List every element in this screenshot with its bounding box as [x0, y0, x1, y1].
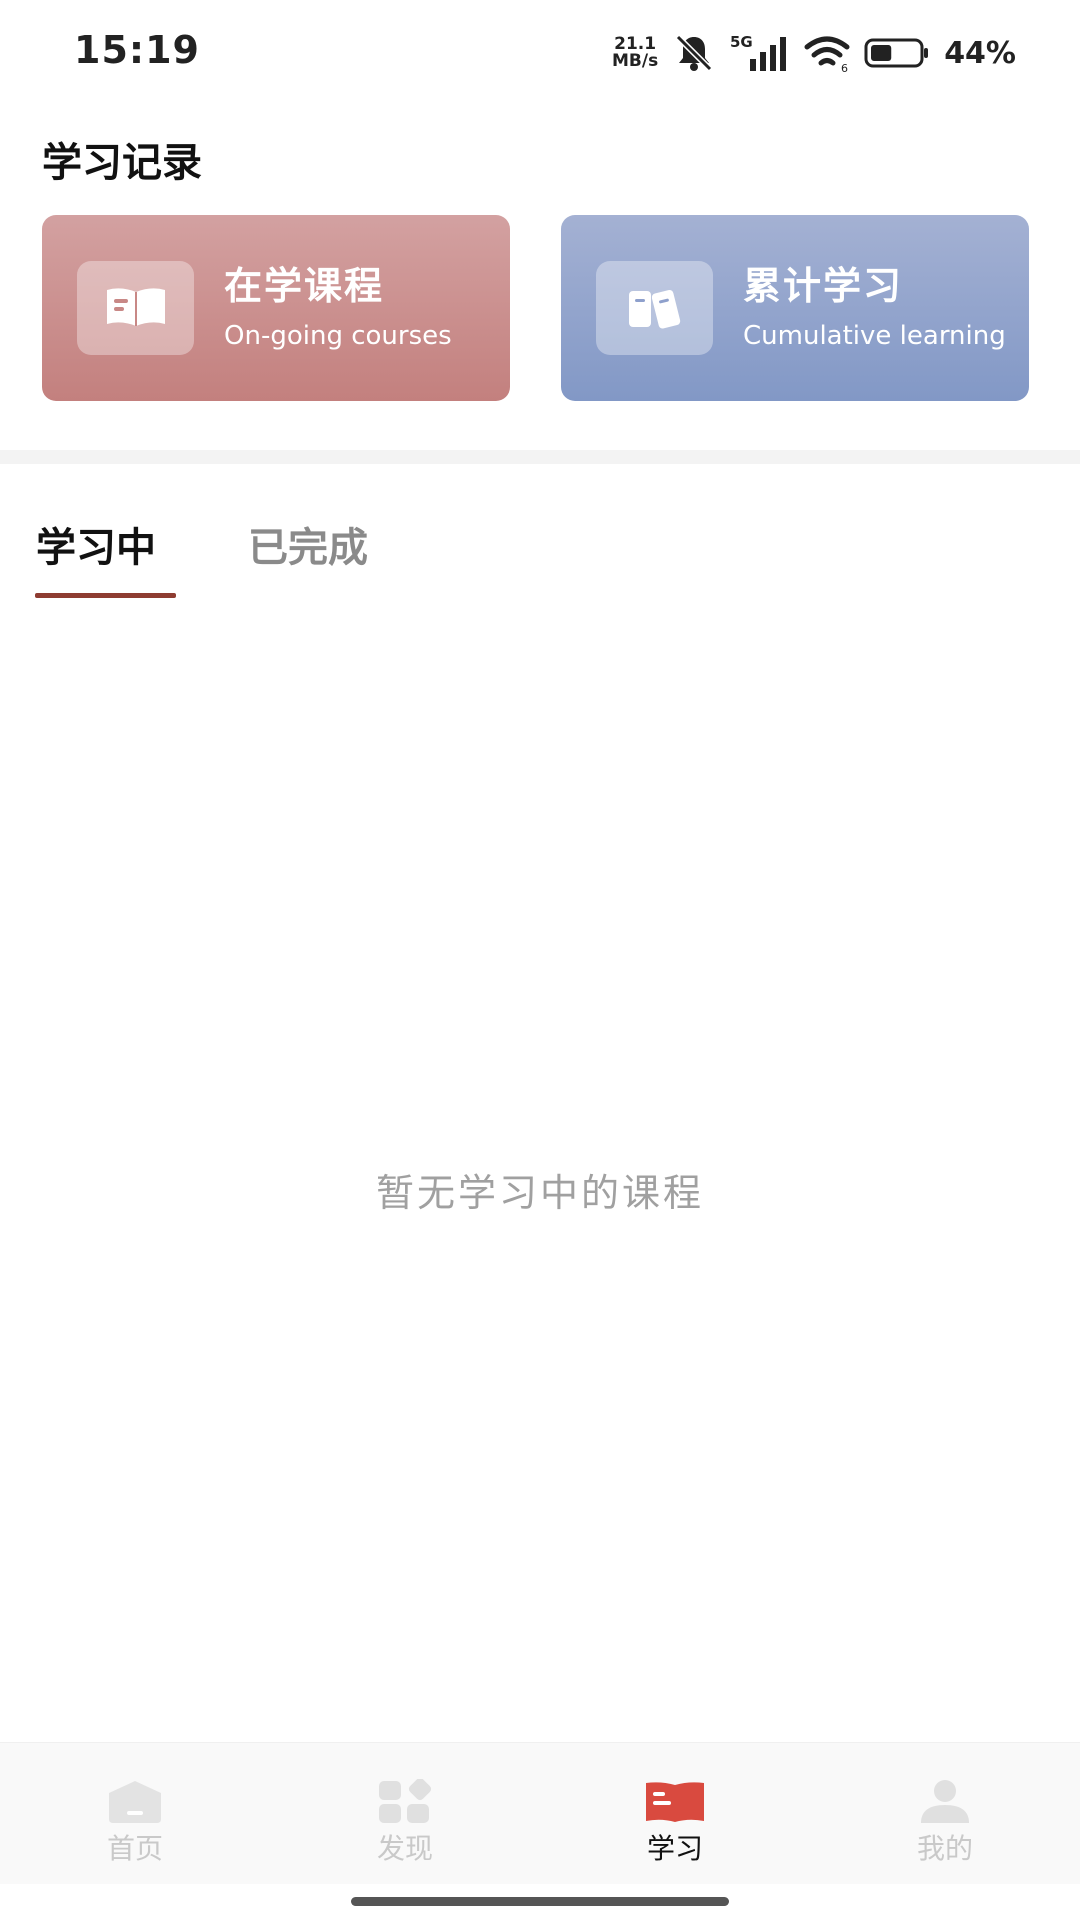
network-type-label: 5G [730, 33, 753, 51]
cumulative-learning-card[interactable]: 累计学习 Cumulative learning [561, 215, 1029, 401]
ongoing-courses-title: 在学课程 [224, 264, 385, 308]
cumulative-learning-subtitle: Cumulative learning [743, 321, 1006, 351]
nav-label-study: 学习 [646, 1832, 703, 1865]
svg-text:6: 6 [841, 62, 848, 73]
status-icons: 21.1 MB/s 5G 6 44% [612, 30, 1016, 76]
nav-label-home: 首页 [106, 1832, 163, 1865]
battery-percent: 44% [944, 35, 1016, 71]
nav-label-discover: 发现 [376, 1832, 433, 1865]
cumulative-learning-title: 累计学习 [743, 264, 904, 308]
nav-label-mine: 我的 [916, 1832, 973, 1865]
empty-state-message: 暂无学习中的课程 [375, 1171, 704, 1215]
discover-grid-icon [375, 1777, 435, 1827]
user-icon [915, 1777, 975, 1827]
nav-item-discover[interactable]: 发现 [325, 1743, 485, 1885]
tab-in-progress[interactable]: 学习中 [36, 515, 156, 573]
signal-icon: 5G [730, 33, 790, 73]
nav-item-home[interactable]: 首页 [55, 1743, 215, 1885]
home-icon [105, 1777, 165, 1827]
battery-fill [871, 45, 892, 61]
books-icon [596, 261, 713, 355]
status-bar: 15:19 21.1 MB/s 5G 6 44% [0, 0, 1080, 104]
study-records-screen: 15:19 21.1 MB/s 5G 6 44% 学习记录 在学课程 On-go… [0, 0, 1080, 1920]
wifi-icon: 6 [804, 33, 850, 73]
mute-bell-icon [672, 33, 716, 73]
network-speed: 21.1 MB/s [612, 36, 658, 70]
bottom-nav: 首页 发现 学习 我的 [0, 1742, 1080, 1884]
study-book-icon [644, 1777, 706, 1827]
active-tab-indicator [35, 593, 176, 598]
ongoing-courses-card[interactable]: 在学课程 On-going courses [42, 215, 510, 401]
network-speed-unit: MB/s [611, 51, 659, 71]
open-book-icon [77, 261, 194, 355]
nav-item-study[interactable]: 学习 [595, 1743, 755, 1885]
section-divider [0, 450, 1080, 464]
tab-completed[interactable]: 已完成 [248, 515, 368, 573]
status-time: 15:19 [74, 28, 200, 72]
nav-item-mine[interactable]: 我的 [865, 1743, 1025, 1885]
battery-icon [864, 37, 930, 69]
ongoing-courses-subtitle: On-going courses [224, 321, 452, 351]
records-title: 学习记录 [42, 140, 202, 186]
home-indicator-bar[interactable] [351, 1897, 729, 1906]
